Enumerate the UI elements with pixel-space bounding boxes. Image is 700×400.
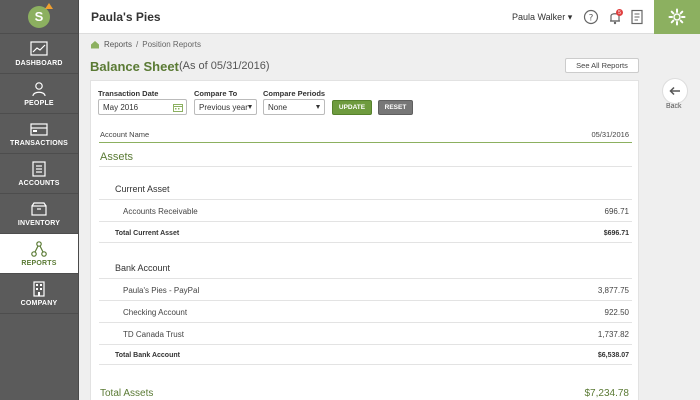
sidebar-item-inventory[interactable]: INVENTORY: [0, 194, 78, 234]
sidebar-item-label: TRANSACTIONS: [9, 139, 68, 147]
accounts-icon: [32, 160, 46, 177]
see-all-reports-button[interactable]: See All Reports: [565, 58, 639, 73]
transaction-date-label: Transaction Date: [98, 89, 159, 98]
divider: [99, 199, 632, 200]
sidebar-item-company[interactable]: COMPANY: [0, 274, 78, 314]
divider: [99, 364, 632, 365]
account-name[interactable]: Accounts Receivable: [123, 207, 198, 216]
divider: [99, 221, 632, 222]
calendar-icon[interactable]: [173, 103, 183, 112]
sidebar-item-label: REPORTS: [21, 259, 57, 267]
divider: [99, 344, 632, 345]
breadcrumb-separator: /: [136, 40, 139, 49]
update-button[interactable]: UPDATE: [332, 100, 372, 115]
sidebar-item-label: COMPANY: [20, 299, 58, 307]
people-icon: [32, 81, 46, 96]
sidebar-item-label: DASHBOARD: [15, 59, 63, 67]
divider: [99, 166, 632, 167]
logo-area[interactable]: S: [0, 0, 78, 34]
transaction-date-picker[interactable]: May 2016: [98, 99, 187, 115]
company-icon: [33, 280, 45, 297]
breadcrumb: Reports / Position Reports: [90, 40, 201, 49]
home-icon[interactable]: [90, 40, 100, 49]
user-menu[interactable]: Paula Walker ▾: [512, 12, 572, 23]
report-panel: Transaction Date May 2016 Compare To Pre…: [90, 80, 639, 400]
divider: [99, 278, 632, 279]
compare-periods-select[interactable]: None: [263, 99, 325, 115]
help-icon[interactable]: ?: [583, 9, 599, 25]
total-bank-account-value: $6,538.07: [597, 352, 629, 359]
sidebar-item-reports[interactable]: REPORTS: [0, 234, 78, 274]
compare-periods-label: Compare Periods: [263, 89, 326, 98]
chevron-down-icon: [248, 105, 252, 109]
assets-section-title: Assets: [100, 151, 134, 163]
svg-text:?: ?: [589, 14, 594, 24]
reset-button[interactable]: RESET: [378, 100, 413, 115]
transactions-icon: [30, 122, 48, 136]
sidebar-item-label: ACCOUNTS: [18, 179, 60, 187]
document-icon[interactable]: [629, 9, 645, 25]
account-name[interactable]: TD Canada Trust: [123, 330, 184, 339]
compare-to-select[interactable]: Previous year: [194, 99, 257, 115]
chart-icon: [30, 40, 48, 56]
total-assets-value: $7,234.78: [584, 388, 630, 399]
gear-icon: [668, 8, 686, 26]
total-assets-label: Total Assets: [100, 388, 154, 399]
compare-to-value: Previous year: [199, 102, 248, 112]
sidebar-item-label: INVENTORY: [17, 219, 61, 227]
account-value: 922.50: [604, 308, 629, 317]
top-bar: Paula's Pies Paula Walker ▾ ? 5: [79, 0, 700, 34]
compare-periods-value: None: [268, 102, 288, 112]
sidebar: S DASHBOARD PEOPLE TRANSACTIONS ACCOUNTS…: [0, 0, 79, 400]
reports-icon: [31, 240, 47, 257]
divider: [99, 300, 632, 301]
account-name[interactable]: Paula's Pies - PayPal: [123, 286, 199, 295]
account-name[interactable]: Checking Account: [123, 308, 187, 317]
arrow-left-icon: [669, 86, 680, 96]
compare-to-label: Compare To: [194, 89, 238, 98]
notification-badge: 5: [616, 9, 623, 16]
sidebar-item-label: PEOPLE: [24, 99, 54, 107]
bank-account-title: Bank Account: [115, 263, 171, 273]
account-value: 3,877.75: [597, 286, 629, 295]
breadcrumb-reports-link[interactable]: Reports: [104, 40, 132, 49]
app-title: Paula's Pies: [91, 10, 161, 24]
breadcrumb-current: Position Reports: [142, 40, 201, 49]
sidebar-item-accounts[interactable]: ACCOUNTS: [0, 154, 78, 194]
total-bank-account-label: Total Bank Account: [115, 352, 180, 359]
page-title: Balance Sheet: [90, 59, 179, 74]
current-asset-title: Current Asset: [115, 184, 170, 194]
divider: [99, 242, 632, 243]
account-name-header: Account Name: [100, 130, 150, 139]
total-current-asset-label: Total Current Asset: [115, 230, 180, 237]
inventory-icon: [31, 201, 47, 216]
sidebar-item-people[interactable]: PEOPLE: [0, 74, 78, 114]
app-logo-icon[interactable]: S: [28, 2, 53, 28]
account-value: 696.71: [604, 207, 629, 216]
total-current-asset-value: $696.71: [603, 230, 629, 237]
settings-button[interactable]: [654, 0, 700, 34]
chevron-down-icon: [316, 105, 320, 109]
divider: [99, 322, 632, 323]
header-divider: [99, 142, 632, 143]
back-label: Back: [666, 103, 682, 110]
account-value: 1,737.82: [597, 330, 629, 339]
back-button[interactable]: [662, 78, 688, 104]
page-subtitle: (As of 05/31/2016): [179, 60, 270, 72]
sidebar-item-transactions[interactable]: TRANSACTIONS: [0, 114, 78, 154]
sidebar-item-dashboard[interactable]: DASHBOARD: [0, 34, 78, 74]
transaction-date-value: May 2016: [103, 102, 139, 112]
date-column-header: 05/31/2016: [591, 130, 629, 139]
